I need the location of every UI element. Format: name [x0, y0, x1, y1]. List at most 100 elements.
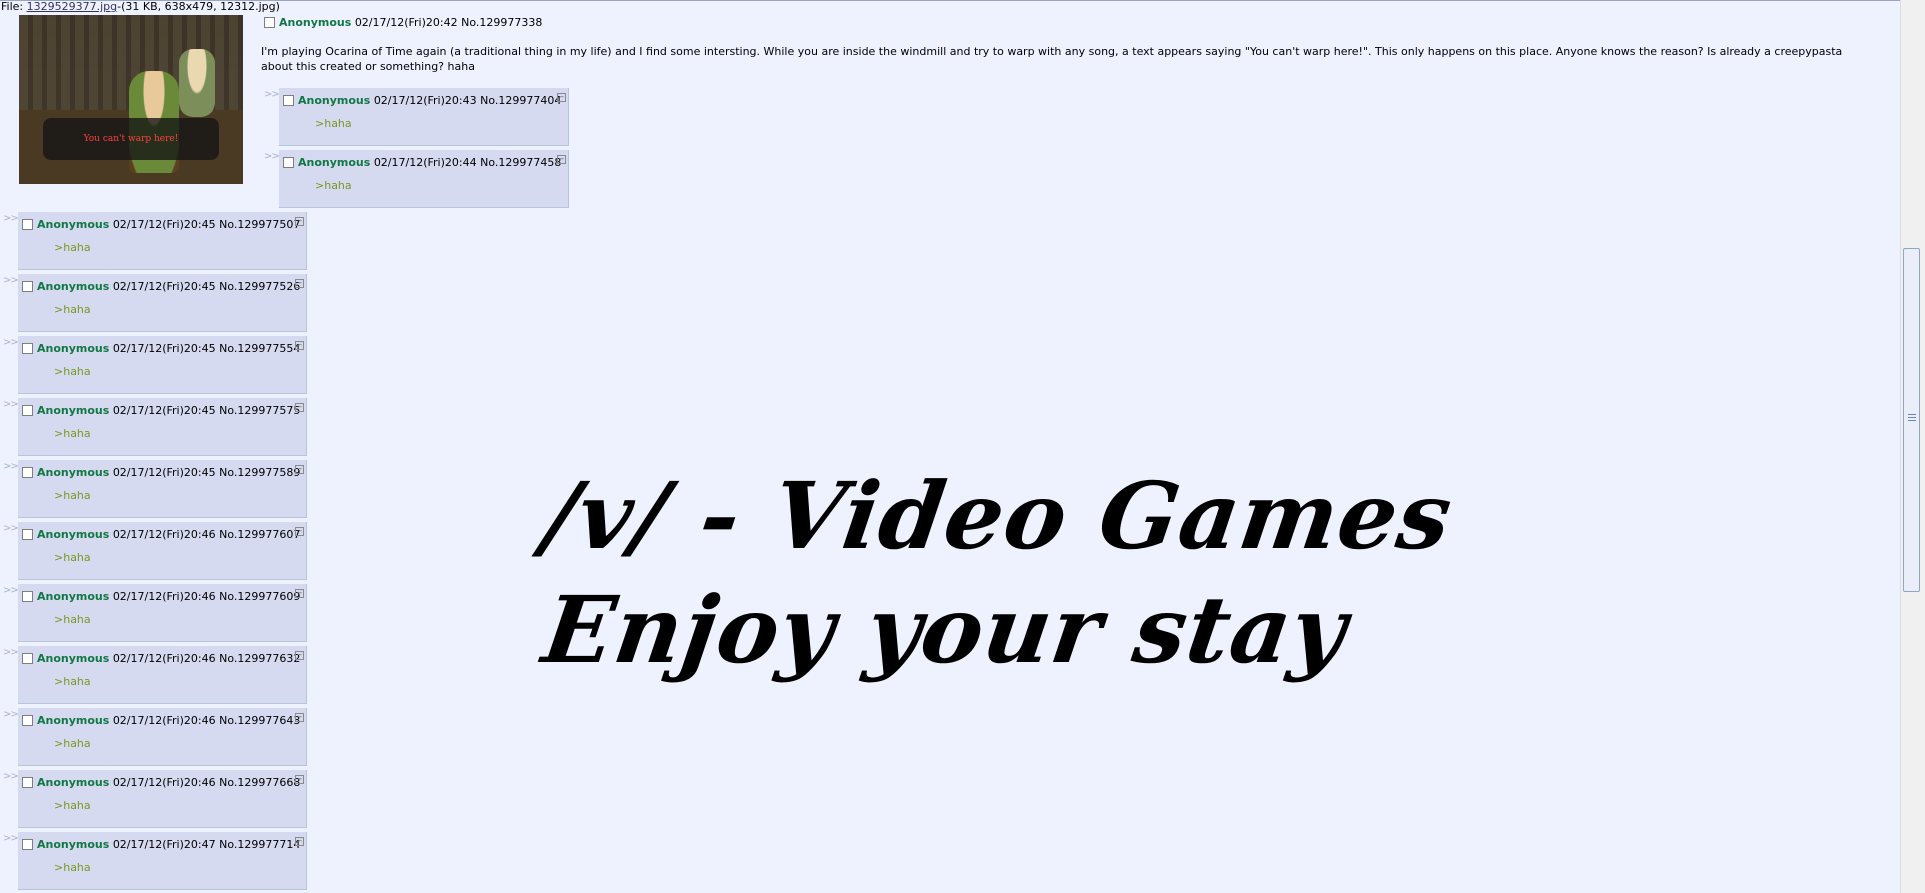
- reply-header: Anonymous 02/17/12(Fri)20:47 No.12997771…: [22, 838, 300, 851]
- scroll-up-button[interactable]: [1901, 0, 1925, 18]
- reply-checkbox[interactable]: [283, 157, 294, 168]
- op-post-number[interactable]: No.129977338: [461, 16, 542, 29]
- reply-checkbox[interactable]: [22, 777, 33, 788]
- reply-arrow-icon: >>: [3, 585, 19, 596]
- reply-post-number[interactable]: No.129977554: [219, 342, 300, 355]
- reply-post-number[interactable]: No.129977668: [219, 776, 300, 789]
- reply-post-number[interactable]: No.129977507: [219, 218, 300, 231]
- op-datetime: 02/17/12(Fri)20:42: [354, 16, 458, 29]
- reply-arrow-icon: >>: [3, 399, 19, 410]
- reply-post: Anonymous 02/17/12(Fri)20:46 No.12997766…: [18, 770, 307, 828]
- hide-post-icon[interactable]: −: [295, 217, 304, 226]
- hide-post-icon[interactable]: −: [557, 93, 566, 102]
- reply-arrow-icon: >>: [3, 523, 19, 534]
- reply-name: Anonymous: [37, 342, 110, 355]
- reply-arrow-icon: >>: [3, 337, 19, 348]
- reply-quote: >haha: [54, 799, 91, 812]
- reply-checkbox[interactable]: [22, 715, 33, 726]
- reply-datetime: 02/17/12(Fri)20:43: [373, 94, 477, 107]
- hide-post-icon[interactable]: −: [295, 651, 304, 660]
- reply-post-number[interactable]: No.129977643: [219, 714, 300, 727]
- reply-datetime: 02/17/12(Fri)20:46: [112, 652, 216, 665]
- reply-header: Anonymous 02/17/12(Fri)20:43 No.12997740…: [283, 94, 561, 107]
- hide-post-icon[interactable]: −: [295, 713, 304, 722]
- hide-post-icon[interactable]: −: [557, 155, 566, 164]
- hide-post-icon[interactable]: −: [295, 403, 304, 412]
- hide-post-icon[interactable]: −: [295, 341, 304, 350]
- reply-post-number[interactable]: No.129977609: [219, 590, 300, 603]
- reply-header: Anonymous 02/17/12(Fri)20:45 No.12997750…: [22, 218, 300, 231]
- reply-post: Anonymous 02/17/12(Fri)20:44 No.12997745…: [279, 150, 569, 208]
- reply-post: Anonymous 02/17/12(Fri)20:47 No.12997771…: [18, 832, 307, 890]
- hide-post-icon[interactable]: −: [295, 837, 304, 846]
- file-link[interactable]: 1329529377.jpg: [27, 0, 118, 13]
- reply-datetime: 02/17/12(Fri)20:46: [112, 528, 216, 541]
- reply-post: Anonymous 02/17/12(Fri)20:45 No.12997752…: [18, 274, 307, 332]
- reply-checkbox[interactable]: [22, 839, 33, 850]
- reply-datetime: 02/17/12(Fri)20:45: [112, 342, 216, 355]
- op-comment: I'm playing Ocarina of Time again (a tra…: [261, 45, 1843, 73]
- reply-header: Anonymous 02/17/12(Fri)20:45 No.12997755…: [22, 342, 300, 355]
- reply-post-number[interactable]: No.129977589: [219, 466, 300, 479]
- reply-header: Anonymous 02/17/12(Fri)20:46 No.12997764…: [22, 714, 300, 727]
- reply-header: Anonymous 02/17/12(Fri)20:45 No.12997752…: [22, 280, 300, 293]
- reply-arrow-icon: >>: [264, 151, 280, 162]
- top-border: [0, 0, 1925, 1]
- reply-post-number[interactable]: No.129977458: [480, 156, 561, 169]
- reply-checkbox[interactable]: [22, 405, 33, 416]
- hide-post-icon[interactable]: −: [295, 279, 304, 288]
- reply-name: Anonymous: [37, 714, 110, 727]
- reply-checkbox[interactable]: [22, 219, 33, 230]
- scrollbar-thumb[interactable]: [1903, 248, 1920, 592]
- reply-quote: >haha: [54, 241, 91, 254]
- reply-post-number[interactable]: No.129977632: [219, 652, 300, 665]
- reply-quote: >haha: [54, 365, 91, 378]
- reply-checkbox[interactable]: [22, 343, 33, 354]
- reply-checkbox[interactable]: [22, 281, 33, 292]
- reply-arrow-icon: >>: [3, 709, 19, 720]
- reply-post-number[interactable]: No.129977404: [480, 94, 561, 107]
- reply-quote: >haha: [54, 675, 91, 688]
- reply-post-number[interactable]: No.129977607: [219, 528, 300, 541]
- hide-post-icon[interactable]: −: [295, 527, 304, 536]
- reply-post-number[interactable]: No.129977575: [219, 404, 300, 417]
- file-label: File:: [1, 0, 27, 13]
- reply-datetime: 02/17/12(Fri)20:46: [112, 776, 216, 789]
- reply-header: Anonymous 02/17/12(Fri)20:45 No.12997757…: [22, 404, 300, 417]
- reply-checkbox[interactable]: [283, 95, 294, 106]
- reply-post: Anonymous 02/17/12(Fri)20:46 No.12997764…: [18, 708, 307, 766]
- op-checkbox[interactable]: [264, 17, 275, 28]
- reply-arrow-icon: >>: [264, 89, 280, 100]
- reply-post-number[interactable]: No.129977714: [219, 838, 300, 851]
- reply-post: Anonymous 02/17/12(Fri)20:46 No.12997760…: [18, 522, 307, 580]
- hide-post-icon[interactable]: −: [295, 589, 304, 598]
- reply-post: Anonymous 02/17/12(Fri)20:43 No.12997740…: [279, 88, 569, 146]
- reply-post: Anonymous 02/17/12(Fri)20:46 No.12997760…: [18, 584, 307, 642]
- reply-header: Anonymous 02/17/12(Fri)20:46 No.12997766…: [22, 776, 300, 789]
- reply-datetime: 02/17/12(Fri)20:46: [112, 714, 216, 727]
- reply-checkbox[interactable]: [22, 591, 33, 602]
- reply-name: Anonymous: [37, 590, 110, 603]
- hide-post-icon[interactable]: −: [295, 465, 304, 474]
- reply-arrow-icon: >>: [3, 275, 19, 286]
- vertical-scrollbar[interactable]: [1900, 0, 1925, 893]
- reply-quote: >haha: [54, 551, 91, 564]
- reply-checkbox[interactable]: [22, 467, 33, 478]
- op-header: Anonymous 02/17/12(Fri)20:42 No.12997733…: [264, 16, 542, 29]
- banner-subtitle: Enjoy your stay: [536, 576, 1354, 684]
- reply-checkbox[interactable]: [22, 529, 33, 540]
- reply-name: Anonymous: [37, 776, 110, 789]
- reply-arrow-icon: >>: [3, 771, 19, 782]
- thumb-dialog-text: You can't warp here!: [43, 118, 219, 160]
- reply-datetime: 02/17/12(Fri)20:45: [112, 466, 216, 479]
- banner-title: /v/ - Video Games: [536, 462, 1459, 570]
- reply-name: Anonymous: [37, 652, 110, 665]
- reply-quote: >haha: [54, 427, 91, 440]
- reply-post: Anonymous 02/17/12(Fri)20:45 No.12997758…: [18, 460, 307, 518]
- reply-checkbox[interactable]: [22, 653, 33, 664]
- reply-post-number[interactable]: No.129977526: [219, 280, 300, 293]
- op-thumbnail-image[interactable]: You can't warp here!: [19, 15, 243, 184]
- thumb-npc-figure: [179, 49, 215, 117]
- reply-arrow-icon: >>: [3, 213, 19, 224]
- hide-post-icon[interactable]: −: [295, 775, 304, 784]
